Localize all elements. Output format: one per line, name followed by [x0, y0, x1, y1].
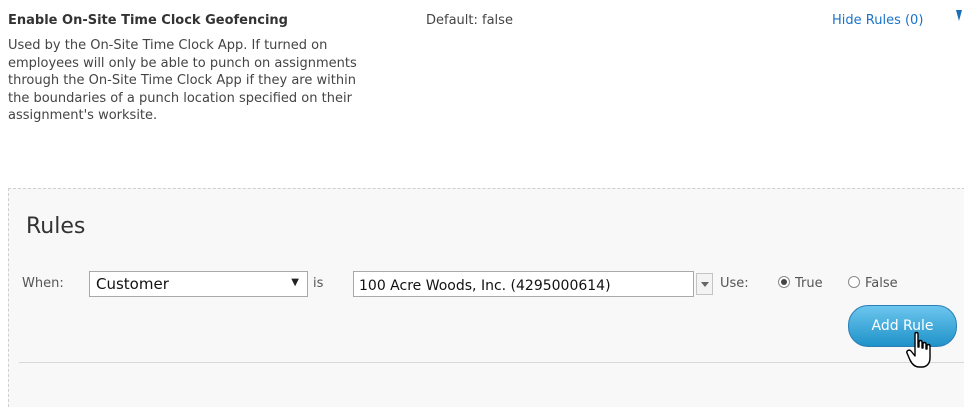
when-label: When: — [22, 276, 64, 291]
combo-dropdown-button[interactable] — [696, 273, 713, 295]
use-label: Use: — [720, 276, 749, 291]
default-value-text: Default: false — [426, 13, 513, 28]
caret-down-icon — [956, 10, 962, 21]
rule-field-select-value: Customer — [96, 275, 169, 293]
is-label: is — [313, 276, 324, 291]
panel-divider — [19, 362, 964, 363]
setting-title: Enable On-Site Time Clock Geofencing — [8, 13, 288, 28]
radio-true-label: True — [795, 276, 823, 291]
hide-rules-label: Hide Rules (0) — [832, 13, 924, 28]
add-rule-button[interactable]: Add Rule — [848, 305, 957, 347]
rule-value-input[interactable] — [353, 271, 694, 297]
rules-heading: Rules — [26, 214, 86, 239]
rules-panel: Rules When: Customer ▼ is Use: True Fals… — [8, 188, 964, 407]
setting-description: Used by the On-Site Time Clock App. If t… — [8, 38, 357, 123]
chevron-down-icon — [701, 282, 709, 287]
radio-false[interactable] — [848, 276, 860, 288]
hide-rules-link[interactable]: Hide Rules (0) — [832, 10, 962, 28]
rule-field-select[interactable]: Customer ▼ — [89, 271, 308, 297]
radio-false-label: False — [865, 276, 898, 291]
radio-true[interactable] — [778, 276, 790, 288]
hand-pointer-cursor-icon — [906, 331, 931, 368]
chevron-down-icon: ▼ — [291, 277, 299, 288]
